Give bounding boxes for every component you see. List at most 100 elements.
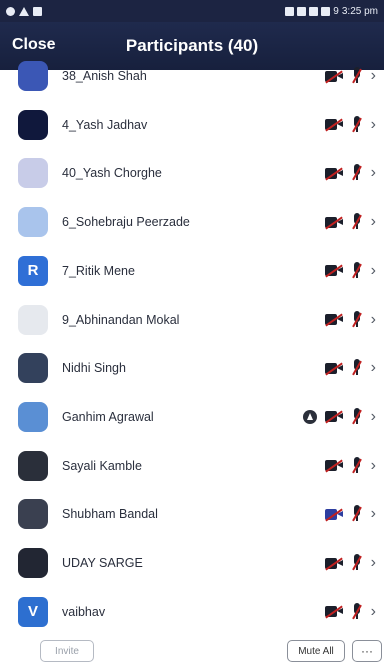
participant-avatar [18,548,48,578]
status-left-icons [6,6,42,16]
mic-muted-icon [351,310,363,329]
mic-muted-icon [351,261,363,280]
signal-icon [309,6,319,16]
participant-name: Sayali Kamble [62,458,142,473]
participant-avatar [18,353,48,384]
video-off-icon [324,556,343,571]
chevron-right-icon[interactable]: › [371,262,376,279]
mic-muted-icon [351,67,363,85]
mic-muted-icon [351,505,363,523]
chevron-right-icon[interactable]: › [371,311,376,328]
participant-controls: › [324,505,376,523]
chevron-right-icon[interactable]: › [371,165,376,181]
participant-row[interactable]: Ganhim Agrawal › [0,393,384,441]
video-off-icon [324,605,343,619]
video-off-icon [324,118,343,132]
chevron-right-icon[interactable]: › [371,555,376,571]
participant-controls: › [324,554,376,572]
participant-row[interactable]: R 7_Ritik Mene › [0,247,384,295]
battery-icon [321,6,331,16]
chevron-right-icon[interactable]: › [371,408,376,425]
participant-controls: › [324,456,376,475]
participant-row[interactable]: Nidhi Singh › [0,344,384,392]
bottom-bar: Invite Mute All ··· [0,632,384,668]
participant-row[interactable]: Vvaibhav › [0,588,384,636]
participant-controls: › [324,261,376,280]
video-off-icon [324,410,343,424]
participant-name: 6_Sohebraju Peerzade [62,215,190,230]
mic-muted-icon [351,407,363,426]
mic-muted-icon [351,554,363,572]
mic-muted-icon [351,213,363,231]
participant-row[interactable]: 40_Yash Chorghe › [0,149,384,197]
chevron-right-icon[interactable]: › [371,68,376,84]
warning-icon [19,6,29,16]
participant-avatar: R [18,255,48,286]
participant-name: UDAY SARGE [62,556,143,570]
battery-level: 9 [333,5,339,17]
participant-controls: › [324,67,376,85]
participant-row[interactable]: Sayali Kamble › [0,442,384,490]
participant-avatar [18,158,48,189]
participant-name: 7_Ritik Mene [62,263,135,278]
video-off-icon [324,264,343,278]
participant-name: 4_Yash Jadhav [62,117,148,132]
participant-row[interactable]: 4_Yash Jadhav › [0,101,384,149]
video-off-icon [324,167,343,181]
participant-avatar [18,109,48,140]
participant-avatar [18,499,48,530]
video-off-icon [324,313,343,327]
participant-name: Shubham Bandal [62,507,158,522]
participant-controls: › [324,213,376,231]
participant-name: Nidhi Singh [62,361,126,376]
participant-name: Ganhim Agrawal [62,409,154,424]
mic-muted-icon [351,164,363,182]
invite-button[interactable]: Invite [40,640,94,662]
participant-row[interactable]: 38_Anish Shah › [0,52,384,100]
chevron-right-icon[interactable]: › [371,360,376,376]
chevron-right-icon[interactable]: › [371,214,376,230]
video-off-icon [324,459,343,473]
participant-controls: › [302,407,376,426]
participant-controls: › [324,115,376,134]
participant-name: 9_Abhinandan Mokal [62,312,180,327]
avatar-initial: R [27,262,39,280]
participant-avatar [18,207,48,238]
video-off-icon [324,508,343,522]
status-right-icons: 9 3:25 pm [285,6,378,17]
mute-all-button[interactable]: Mute All [287,640,345,662]
alert-icon [6,6,15,16]
participant-name: 38_Anish Shah [62,69,147,83]
participant-avatar [18,450,48,481]
chevron-right-icon[interactable]: › [371,116,376,133]
chevron-right-icon[interactable]: › [371,506,376,522]
participant-row[interactable]: Shubham Bandal › [0,490,384,538]
participant-controls: › [324,359,376,377]
status-bar: 9 3:25 pm [0,0,384,22]
video-off-icon [324,69,343,84]
participant-controls: › [324,310,376,329]
chevron-right-icon[interactable]: › [371,457,376,474]
video-off-icon [324,216,343,230]
mic-muted-icon [351,115,363,134]
mic-muted-icon [351,359,363,377]
participant-row[interactable]: 6_Sohebraju Peerzade › [0,198,384,246]
participant-name: 40_Yash Chorghe [62,166,162,181]
participant-row[interactable]: 9_Abhinandan Mokal › [0,296,384,344]
participant-name: vaibhav [62,604,106,619]
screen-share-icon [302,409,317,424]
message-icon [33,6,42,16]
participant-avatar [18,61,48,91]
participant-controls: › [324,164,376,182]
participant-avatar: V [18,596,48,627]
mic-muted-icon [351,602,363,621]
participant-avatar [18,304,48,335]
clock: 3:25 pm [341,5,378,17]
participants-screen: 9 3:25 pm Close Participants (40) 38_Ani… [0,0,384,668]
more-options-button[interactable]: ··· [352,640,382,662]
participant-avatar [18,401,48,432]
participant-row[interactable]: UDAY SARGE › [0,539,384,587]
bluetooth-icon [285,6,295,16]
mic-muted-icon [351,456,363,475]
chevron-right-icon[interactable]: › [371,603,376,620]
